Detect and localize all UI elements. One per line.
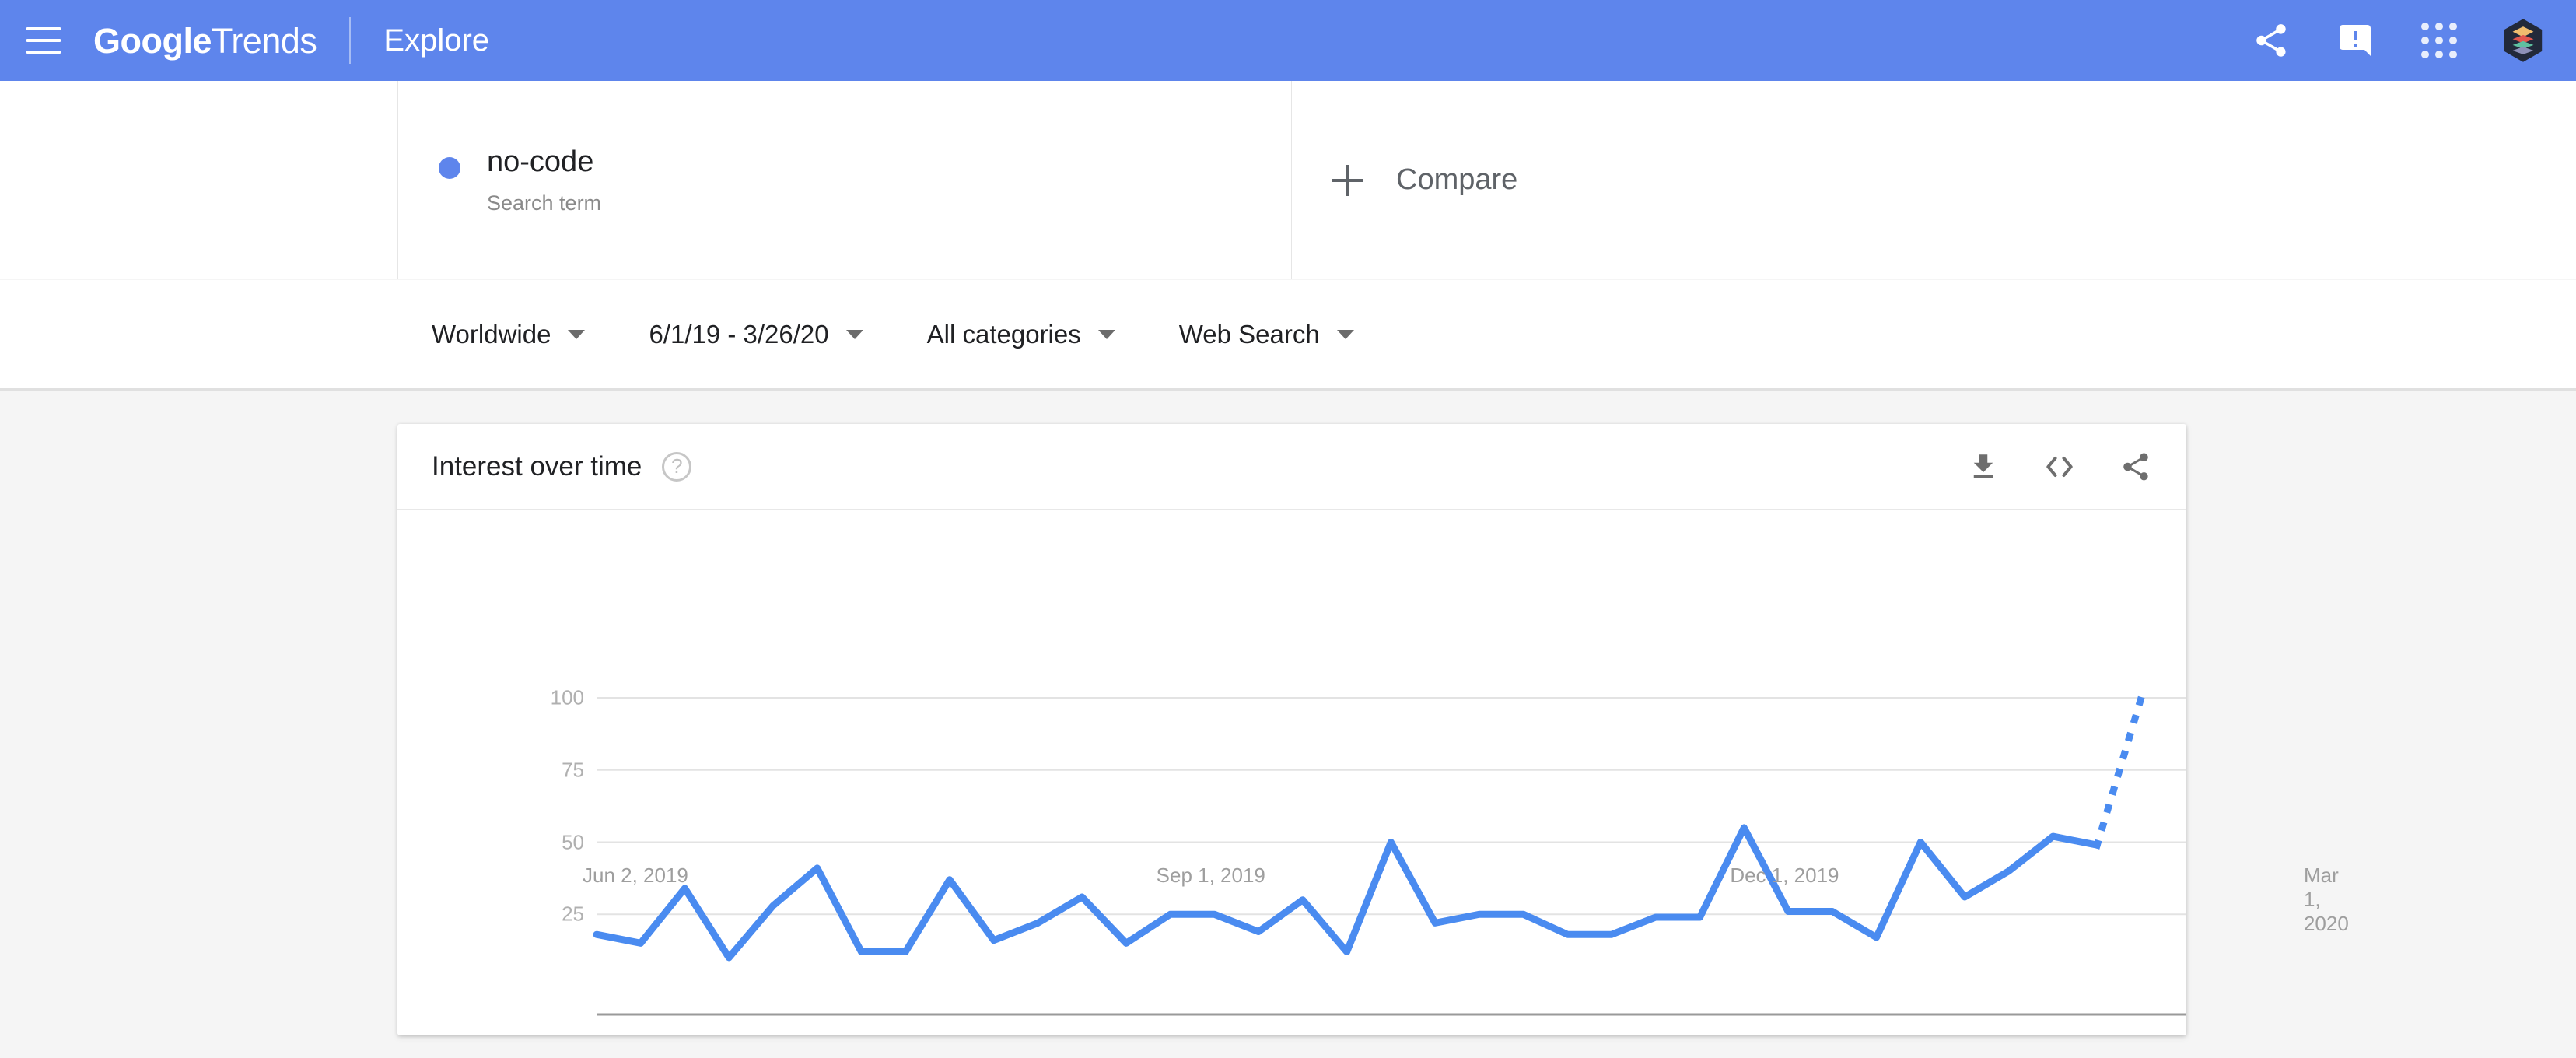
feedback-icon[interactable]	[2335, 20, 2375, 61]
filter-search-type-label: Web Search	[1178, 319, 1320, 349]
y-axis-tick-label: 100	[550, 685, 584, 709]
filter-bar: Worldwide 6/1/19 - 3/26/20 All categorie…	[0, 280, 2576, 391]
series-color-dot	[439, 157, 460, 180]
filter-time-range-label: 6/1/19 - 3/26/20	[649, 319, 829, 349]
chevron-down-icon	[845, 329, 863, 339]
search-terms-row: no-code Search term Compare	[0, 81, 2576, 279]
filter-search-type[interactable]: Web Search	[1179, 320, 1354, 349]
hamburger-icon[interactable]	[26, 27, 61, 54]
plus-icon	[1332, 164, 1363, 196]
compare-button[interactable]: Compare	[1292, 81, 2186, 279]
apps-grid-icon[interactable]	[2419, 20, 2459, 61]
avatar-hexagon-icon[interactable]	[2503, 19, 2543, 62]
y-axis-tick-label: 25	[562, 902, 584, 926]
download-icon[interactable]	[1965, 449, 2001, 485]
x-axis-tick-label: Mar 1, 2020	[2303, 864, 2349, 935]
page-title: Interest over time	[432, 450, 642, 482]
interest-over-time-chart: 25 50 75 100 Jun 2, 2019 Sep 1, 2019 Dec 1, 2…	[397, 510, 2349, 1035]
app-bar: GoogleTrends Explore	[0, 0, 2576, 81]
y-axis-tick-label: 75	[562, 758, 584, 782]
brand-trends-text: Trends	[212, 20, 317, 61]
filter-category-label: All categories	[926, 319, 1081, 349]
chart-canvas	[593, 693, 2186, 1016]
share-icon[interactable]	[2118, 449, 2154, 485]
filter-location[interactable]: Worldwide	[432, 319, 586, 349]
filter-category[interactable]: All categories	[927, 320, 1115, 349]
appbar-divider	[349, 17, 352, 64]
x-axis-tick-label: Dec 1, 2019	[1730, 864, 1839, 887]
search-term-name: no-code	[487, 145, 594, 179]
compare-content: Compare	[1292, 163, 1517, 197]
interest-over-time-card: Interest over time ? 25 50 75 100 Jun 2,…	[397, 424, 2349, 1035]
x-axis-tick-label: Sep 1, 2019	[1156, 864, 1265, 887]
search-term-type: Search term	[487, 191, 602, 215]
share-icon[interactable]	[2251, 20, 2291, 61]
brand-google-text: Google	[93, 20, 212, 61]
help-circle-icon[interactable]: ?	[662, 451, 692, 482]
y-axis-tick-label: 50	[562, 830, 584, 853]
search-term-content: no-code Search term	[398, 145, 601, 215]
x-axis-tick-label: Jun 2, 2019	[583, 864, 688, 887]
filter-time-range[interactable]: 6/1/19 - 3/26/20	[649, 320, 863, 349]
card-actions	[1965, 449, 2154, 485]
chevron-down-icon	[568, 329, 586, 339]
compare-label: Compare	[1396, 163, 1518, 196]
brand-logo[interactable]: GoogleTrends	[93, 23, 317, 58]
search-term-text-group: no-code Search term	[487, 145, 601, 215]
chevron-down-icon	[1336, 329, 1354, 339]
nav-explore[interactable]: Explore	[383, 23, 489, 58]
embed-icon[interactable]	[2042, 449, 2077, 485]
card-header: Interest over time ?	[397, 424, 2186, 510]
appbar-actions	[2251, 19, 2543, 62]
search-term-box[interactable]: no-code Search term	[397, 81, 1292, 279]
filter-location-label: Worldwide	[432, 319, 551, 349]
chevron-down-icon	[1097, 329, 1115, 339]
